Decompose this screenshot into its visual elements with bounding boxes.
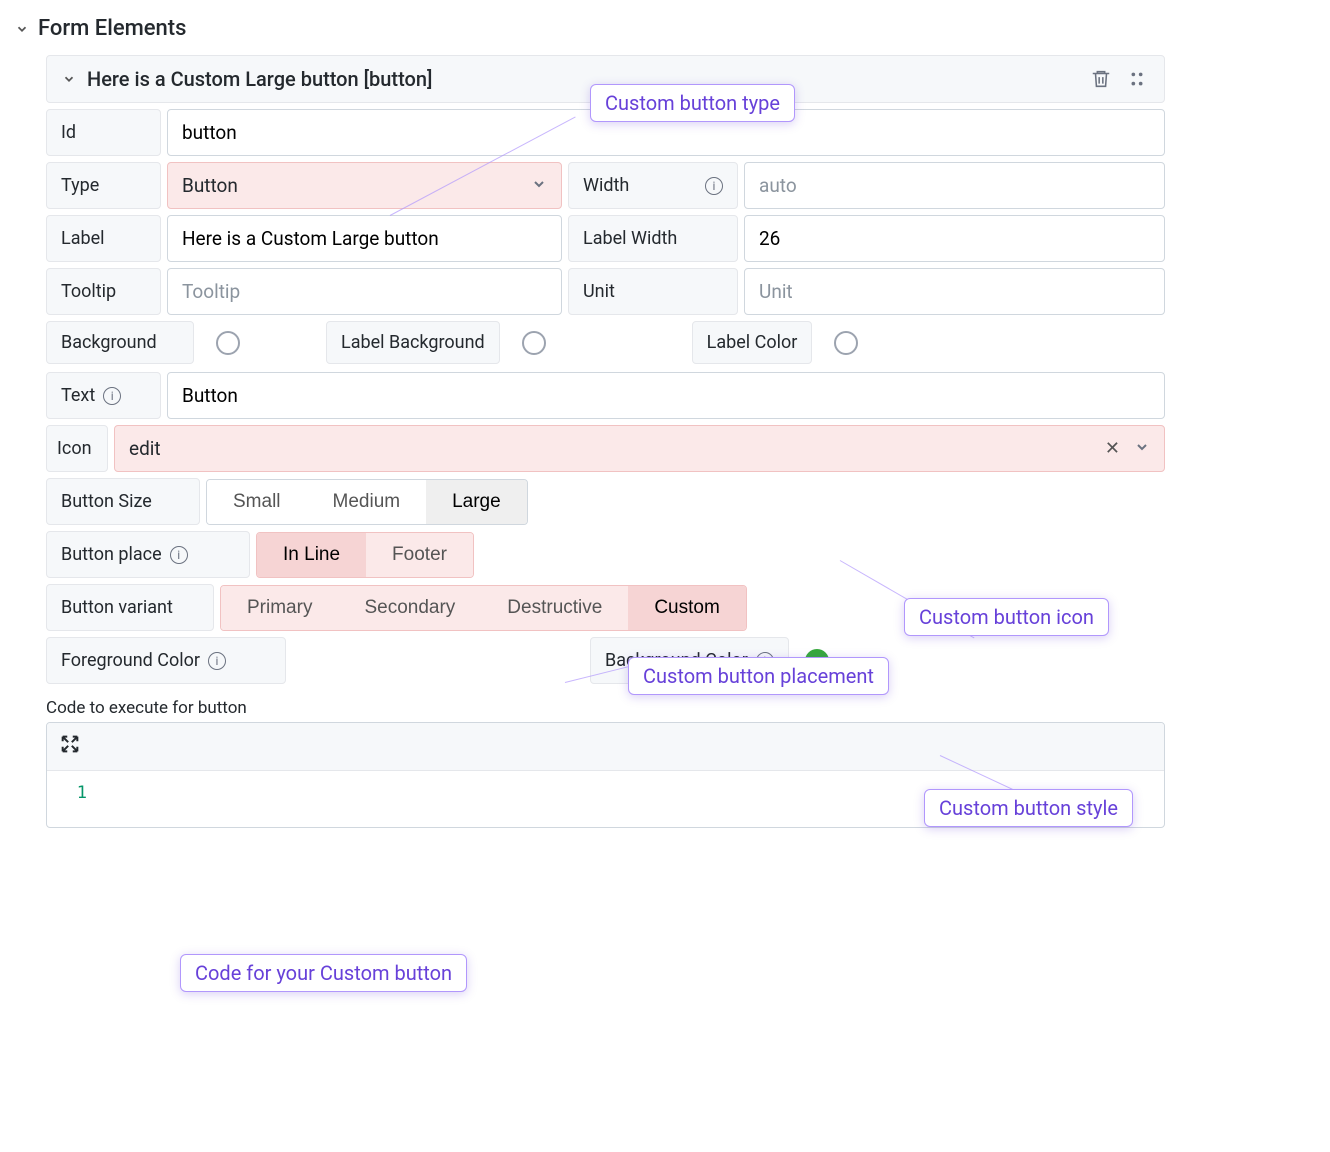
delete-button[interactable] (1088, 66, 1114, 92)
button-size-group: Small Medium Large (206, 479, 528, 525)
type-select-value: Button (182, 174, 521, 197)
button-place-group: In Line Footer (256, 532, 474, 578)
callout-code: Code for your Custom button (180, 954, 467, 992)
callout-type: Custom button type (590, 84, 795, 122)
type-select[interactable]: Button (167, 162, 562, 209)
field-label-buttonplace: Button place i (46, 531, 250, 578)
code-section-label: Code to execute for button (46, 690, 1165, 722)
size-option-medium[interactable]: Medium (307, 480, 427, 524)
variant-option-secondary[interactable]: Secondary (338, 586, 481, 630)
field-label-tooltip: Tooltip (46, 268, 161, 315)
field-label-fgcolor: Foreground Color i (46, 637, 286, 684)
field-label-width: Width i (568, 162, 738, 209)
icon-select[interactable]: edit ✕ (114, 425, 1165, 472)
tooltip-input[interactable] (167, 268, 562, 315)
info-icon[interactable]: i (705, 177, 723, 195)
variant-option-destructive[interactable]: Destructive (481, 586, 628, 630)
drag-handle-icon[interactable] (1124, 66, 1150, 92)
chevron-down-icon (531, 174, 547, 197)
label-background-color-picker[interactable] (522, 331, 546, 355)
callout-style: Custom button style (924, 789, 1133, 827)
place-option-inline[interactable]: In Line (257, 533, 366, 577)
chevron-down-icon (14, 21, 30, 37)
field-label-unit: Unit (568, 268, 738, 315)
section-title: Form Elements (38, 16, 186, 41)
variant-option-primary[interactable]: Primary (221, 586, 338, 630)
label-color-picker[interactable] (834, 331, 858, 355)
size-option-large[interactable]: Large (426, 480, 527, 524)
field-label-background: Background (46, 321, 194, 364)
section-toggle[interactable]: Form Elements (10, 10, 1165, 55)
expand-icon[interactable] (59, 739, 81, 760)
field-label-id: Id (46, 109, 161, 156)
chevron-down-icon (61, 71, 77, 87)
info-icon[interactable]: i (170, 546, 188, 564)
chevron-down-icon (1134, 437, 1150, 460)
field-label-icon: Icon (46, 425, 108, 472)
size-option-small[interactable]: Small (207, 480, 307, 524)
variant-option-custom[interactable]: Custom (628, 586, 745, 630)
label-width-input[interactable] (744, 215, 1165, 262)
field-label-text: Text i (46, 372, 161, 419)
field-label-labelbg: Label Background (326, 321, 500, 364)
field-label-label: Label (46, 215, 161, 262)
field-label-labelcolor: Label Color (692, 321, 813, 364)
callout-placement: Custom button placement (628, 657, 889, 695)
place-option-footer[interactable]: Footer (366, 533, 473, 577)
background-color-picker[interactable] (216, 331, 240, 355)
element-title: Here is a Custom Large button [button] (87, 67, 432, 91)
info-icon[interactable]: i (103, 387, 121, 405)
callout-icon: Custom button icon (904, 598, 1109, 636)
info-icon[interactable]: i (208, 652, 226, 670)
code-gutter: 1 (47, 771, 97, 827)
clear-icon[interactable]: ✕ (1101, 438, 1124, 459)
icon-select-value: edit (129, 437, 1091, 460)
width-input[interactable] (744, 162, 1165, 209)
field-label-buttonvariant: Button variant (46, 584, 214, 631)
unit-input[interactable] (744, 268, 1165, 315)
label-input[interactable] (167, 215, 562, 262)
field-label-buttonsize: Button Size (46, 478, 200, 525)
button-variant-group: Primary Secondary Destructive Custom (220, 585, 747, 631)
field-label-labelwidth: Label Width (568, 215, 738, 262)
field-label-type: Type (46, 162, 161, 209)
text-input[interactable] (167, 372, 1165, 419)
